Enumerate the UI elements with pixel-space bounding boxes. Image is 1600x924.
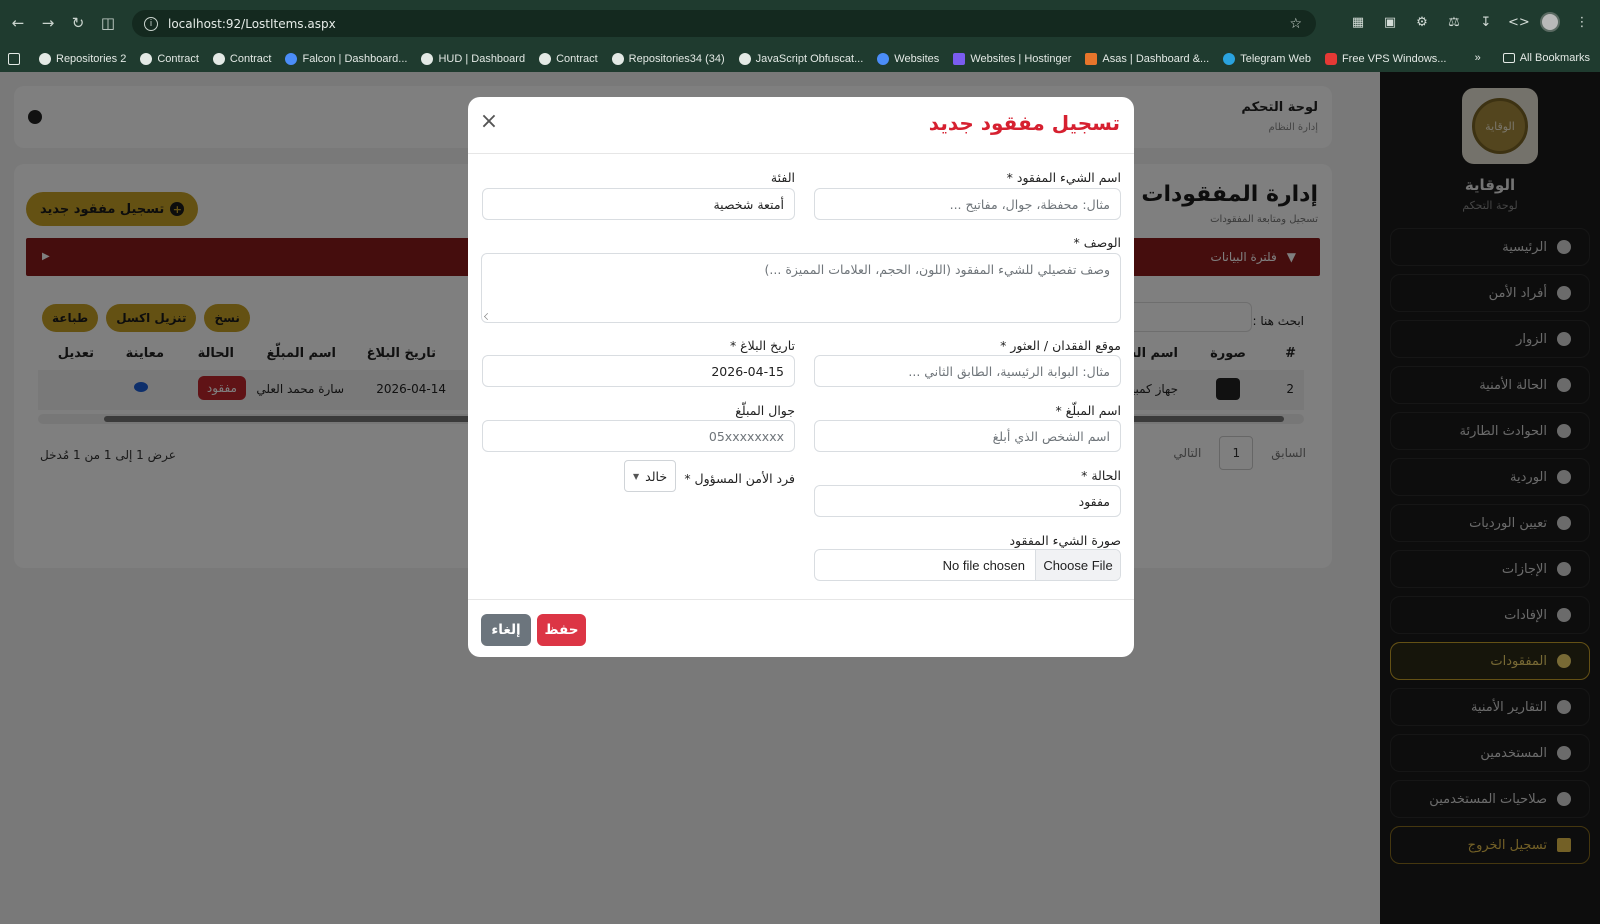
bookmark-label: JavaScript Obfuscat... [755, 53, 864, 65]
bookmarks-right: » All Bookmarks [1475, 52, 1590, 64]
bookmark-item[interactable]: Free VPS Windows... [1324, 53, 1447, 65]
description-placeholder: وصف تفصيلي للشيء المفقود (اللون، الحجم، … [764, 262, 1110, 277]
item-name-input[interactable]: مثال: محفظة، جوال، مفاتيح ... [814, 188, 1121, 220]
bookmark-item[interactable]: Falcon | Dashboard... [285, 53, 407, 65]
bookmark-label: Contract [157, 53, 199, 65]
site-info-icon[interactable]: i [144, 16, 158, 31]
forward-icon[interactable]: → [36, 11, 60, 35]
bookmark-label: Asas | Dashboard &... [1102, 53, 1210, 65]
address-bar[interactable]: i localhost:92/LostItems.aspx ☆ [132, 10, 1316, 37]
youtube-icon [1324, 53, 1337, 65]
category-label: الفئة [770, 170, 795, 185]
apps-icon [8, 53, 20, 65]
bookmarks-bar: Repositories 2 Contract Contract Falcon … [0, 46, 1600, 72]
translate-icon[interactable]: ▦ [1348, 15, 1368, 30]
choose-file-button[interactable]: Choose File [1035, 550, 1120, 580]
bookmark-label: Websites | Hostinger [970, 53, 1072, 65]
back-icon[interactable]: ← [6, 11, 30, 35]
category-input[interactable]: أمتعة شخصية [482, 188, 795, 220]
bookmark-label: HUD | Dashboard [438, 53, 526, 65]
bookmark-item[interactable]: Websites [877, 53, 939, 65]
bookmark-item[interactable]: HUD | Dashboard [421, 53, 525, 65]
bookmark-label: Telegram Web [1240, 53, 1311, 65]
menu-icon[interactable]: ⋮ [1572, 15, 1592, 30]
js-icon [738, 53, 751, 65]
browser-extensions: ▦ ▣ ⚙ ⚖ ↧ <> ⋮ [1348, 12, 1592, 32]
browser-toolbar: ← → ↻ ◫ i localhost:92/LostItems.aspx ☆ … [0, 0, 1600, 46]
bookmark-label: Free VPS Windows... [1341, 53, 1447, 65]
reporter-input[interactable]: اسم الشخص الذي أبلغ [814, 420, 1121, 452]
modal-title: تسجيل مفقود جديد [928, 111, 1120, 135]
telegram-icon [1223, 53, 1236, 65]
bookmark-apps[interactable] [8, 53, 25, 65]
github-icon [611, 53, 624, 65]
bookmark-label: Contract [229, 53, 272, 65]
more-bookmarks-button[interactable]: » [1475, 52, 1481, 64]
location-label: موقع الفقدان / العثور * [1000, 338, 1121, 353]
bookmark-item[interactable]: Contract [212, 53, 272, 65]
bookmark-label: Repositories34 (34) [628, 53, 725, 65]
hostinger-icon [953, 53, 966, 65]
bookmark-item[interactable]: Telegram Web [1223, 53, 1311, 65]
location-input[interactable]: مثال: البوابة الرئيسية، الطابق الثاني ..… [814, 355, 1121, 387]
tools-icon[interactable]: ⚖ [1444, 15, 1464, 30]
globe-icon [539, 53, 552, 65]
officer-label: فرد الأمن المسؤول * [684, 471, 795, 486]
item-name-label: اسم الشيء المفقود * [1006, 170, 1121, 185]
globe-icon [140, 53, 153, 65]
bookmark-item[interactable]: Asas | Dashboard &... [1085, 53, 1209, 65]
download-icon[interactable]: ↧ [1476, 15, 1496, 30]
new-lost-item-modal: تسجيل مفقود جديد × اسم الشيء المفقود * م… [468, 97, 1134, 657]
status-label: الحالة * [1081, 468, 1121, 483]
falcon-icon [285, 53, 298, 65]
url-text: localhost:92/LostItems.aspx [168, 16, 336, 31]
description-label: الوصف * [1073, 235, 1121, 250]
profile-avatar[interactable] [1540, 12, 1560, 32]
bookmark-label: Falcon | Dashboard... [302, 53, 408, 65]
asas-icon [1085, 53, 1098, 65]
media-icon[interactable]: ▣ [1380, 15, 1400, 30]
bookmark-star-icon[interactable]: ☆ [1289, 16, 1302, 32]
bookmark-item[interactable]: JavaScript Obfuscat... [738, 53, 864, 65]
phone-label: جوال المبلّغ [735, 403, 795, 418]
officer-value: خالد [645, 468, 668, 484]
close-icon[interactable]: × [478, 111, 500, 133]
photo-label: صورة الشيء المفقود [1009, 533, 1121, 548]
phone-input[interactable]: 05xxxxxxxx [482, 420, 795, 452]
cancel-button[interactable]: إلغاء [481, 614, 531, 646]
officer-select[interactable]: خالد ▼ [624, 460, 677, 492]
description-textarea[interactable]: وصف تفصيلي للشيء المفقود (اللون، الحجم، … [481, 253, 1121, 323]
extensions-icon[interactable]: ⚙ [1412, 15, 1432, 30]
globe-icon [421, 53, 434, 65]
all-bookmarks-label: All Bookmarks [1519, 52, 1590, 64]
bookmark-item[interactable]: Websites | Hostinger [953, 53, 1071, 65]
globe-icon [212, 53, 225, 65]
report-date-label: تاريخ البلاغ * [729, 338, 795, 353]
chevron-down-icon: ▼ [633, 471, 640, 481]
photo-file-input[interactable]: Choose File No file chosen [814, 549, 1121, 581]
folder-icon [1502, 53, 1515, 64]
bookmark-item[interactable]: Contract [140, 53, 199, 65]
reporter-label: اسم المبلّغ * [1055, 403, 1121, 418]
bookmark-label: Contract [556, 53, 598, 65]
all-bookmarks-button[interactable]: All Bookmarks [1502, 52, 1590, 64]
file-status: No file chosen [942, 557, 1025, 573]
bookmark-item[interactable]: Contract [539, 53, 598, 65]
resize-handle-icon[interactable] [484, 313, 491, 320]
modal-footer: إلغاء حفظ [468, 599, 1134, 657]
reload-icon[interactable]: ↻ [66, 11, 90, 35]
websites-icon [877, 53, 890, 65]
devtools-icon[interactable]: <> [1508, 15, 1530, 30]
github-icon [39, 53, 51, 65]
bookmark-label: Repositories 2 [56, 53, 127, 65]
modal-header: تسجيل مفقود جديد × [468, 97, 1134, 154]
status-input[interactable]: مفقود [814, 485, 1121, 517]
bookmark-item[interactable]: Repositories34 (34) [611, 53, 725, 65]
bookmark-item[interactable]: Repositories 2 [39, 53, 126, 65]
save-button[interactable]: حفظ [537, 614, 586, 646]
bookmark-label: Websites [894, 53, 940, 65]
split-view-icon[interactable]: ◫ [96, 11, 120, 35]
report-date-input[interactable]: 2026-04-15 [482, 355, 795, 387]
